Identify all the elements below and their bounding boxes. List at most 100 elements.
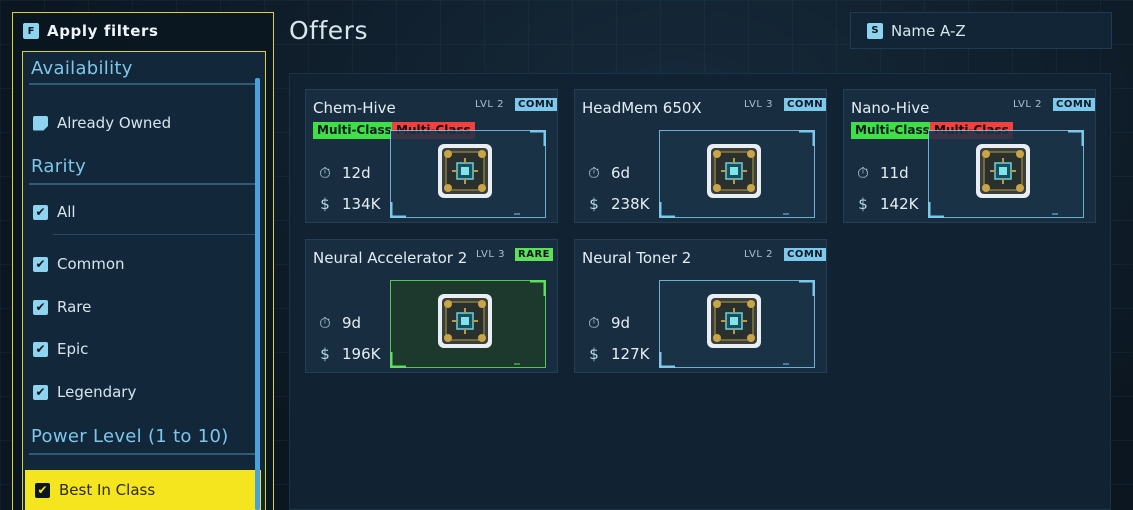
chip-icon <box>703 140 765 202</box>
filter-label: Best In Class <box>59 481 156 499</box>
filter-already-owned[interactable]: Already Owned <box>33 114 171 132</box>
price-value: 127K <box>611 345 650 363</box>
chip-icon <box>434 140 496 202</box>
dollar-icon: $ <box>320 345 330 363</box>
rarity-badge: COMN <box>784 98 827 111</box>
stopwatch-icon: ⏱ <box>319 164 331 182</box>
checkbox-checked-icon[interactable]: ✔ <box>33 384 48 400</box>
duration-stat: ⏱ 6d <box>585 164 630 182</box>
sort-dropdown[interactable]: S Name A-Z <box>850 12 1112 49</box>
chip-icon <box>972 140 1034 202</box>
price-value: 238K <box>611 195 650 213</box>
section-power-level: Power Level (1 to 10) <box>31 426 229 447</box>
sort-label: Name A-Z <box>891 21 966 40</box>
item-frame <box>928 130 1084 218</box>
item-name: Nano-Hive <box>851 99 930 117</box>
item-name: Neural Toner 2 <box>582 249 692 267</box>
duration-value: 6d <box>611 164 631 182</box>
item-frame <box>659 280 815 368</box>
rarity-badge: COMN <box>515 98 558 111</box>
filter-rarity-legendary[interactable]: ✔ Legendary <box>33 383 136 401</box>
filter-rarity-all[interactable]: ✔ All <box>33 203 76 221</box>
item-name: HeadMem 650X <box>582 99 702 117</box>
level-label: LVL 2 <box>475 99 504 110</box>
chip-icon <box>703 290 765 352</box>
filter-label: Rare <box>57 298 92 316</box>
duration-value: 9d <box>342 314 362 332</box>
checkbox-checked-icon[interactable]: ✔ <box>33 299 48 315</box>
item-frame <box>390 280 546 368</box>
checkbox-checked-icon[interactable]: ✔ <box>35 482 50 498</box>
offer-card[interactable]: HeadMem 650X LVL 3 COMN ⏱ 6d $238K <box>574 89 827 223</box>
rarity-badge: RARE <box>515 248 553 261</box>
filter-rarity-common[interactable]: ✔ Common <box>33 255 125 273</box>
rarity-badge: COMN <box>784 248 827 261</box>
price-value: 142K <box>880 195 919 213</box>
class-tag: Multi-Class <box>851 122 934 139</box>
filter-list: Availability Already Owned Rarity ✔ All … <box>22 51 266 510</box>
offer-card[interactable]: Neural Toner 2 LVL 2 COMN ⏱ 9d $127K <box>574 239 827 373</box>
filter-label: Legendary <box>57 383 137 401</box>
filter-sidebar: F Apply filters Availability Already Own… <box>12 12 274 510</box>
dollar-icon: $ <box>858 195 868 213</box>
filter-best-in-class[interactable]: ✔ Best In Class <box>25 470 261 510</box>
filter-label: Epic <box>57 340 89 358</box>
class-tag: Multi-Class <box>313 122 396 139</box>
item-frame <box>390 130 546 218</box>
section-divider <box>29 83 257 85</box>
offer-card[interactable]: Nano-HiveLVL 2COMNMulti-ClassMulti-Class… <box>843 89 1096 223</box>
stopwatch-icon: ⏱ <box>857 164 869 182</box>
duration-value: 12d <box>342 164 371 182</box>
price-value: 196K <box>342 345 381 363</box>
section-divider <box>29 453 257 455</box>
dollar-icon: $ <box>589 195 599 213</box>
duration-stat: ⏱ 9d <box>585 314 630 332</box>
chip-icon <box>434 290 496 352</box>
filter-label: Already Owned <box>57 114 172 132</box>
price-stat: $196K <box>316 345 380 363</box>
item-frame <box>659 130 815 218</box>
stopwatch-icon: ⏱ <box>588 314 600 332</box>
rarity-badge: COMN <box>1053 98 1096 111</box>
price-stat: $127K <box>585 345 649 363</box>
price-value: 134K <box>342 195 381 213</box>
level-label: LVL 3 <box>744 99 773 110</box>
level-label: LVL 2 <box>1013 99 1042 110</box>
checkbox-checked-icon[interactable]: ✔ <box>33 256 48 272</box>
dollar-icon: $ <box>589 345 599 363</box>
filter-label: All <box>57 203 76 221</box>
filter-label: Common <box>57 255 125 273</box>
owned-checkbox-icon[interactable] <box>33 115 48 131</box>
checkbox-checked-icon[interactable]: ✔ <box>33 204 48 220</box>
stopwatch-icon: ⏱ <box>588 164 600 182</box>
section-rarity: Rarity <box>31 156 87 177</box>
filter-rarity-rare[interactable]: ✔ Rare <box>33 298 91 316</box>
price-stat: $134K <box>316 195 380 213</box>
duration-stat: ⏱ 12d <box>316 164 371 182</box>
filter-divider <box>53 234 257 235</box>
duration-value: 9d <box>611 314 631 332</box>
checkbox-checked-icon[interactable]: ✔ <box>33 341 48 357</box>
filter-header[interactable]: F Apply filters <box>13 13 273 49</box>
item-name: Chem-Hive <box>313 99 396 117</box>
filter-key-badge: F <box>23 23 39 39</box>
sidebar-scrollbar[interactable] <box>255 78 260 510</box>
level-label: LVL 3 <box>476 249 505 260</box>
price-stat: $142K <box>854 195 918 213</box>
level-label: LVL 2 <box>744 249 773 260</box>
filter-rarity-epic[interactable]: ✔ Epic <box>33 340 88 358</box>
page-title: Offers <box>289 16 368 45</box>
filter-title: Apply filters <box>47 22 159 40</box>
stopwatch-icon: ⏱ <box>319 314 331 332</box>
offer-card[interactable]: Chem-HiveLVL 2COMNMulti-ClassMulti-Class… <box>305 89 558 223</box>
offer-card[interactable]: Neural Accelerator 2 LVL 3 RARE ⏱ 9d $196K <box>305 239 558 373</box>
section-divider <box>29 183 257 185</box>
price-stat: $238K <box>585 195 649 213</box>
sort-key-badge: S <box>867 22 883 39</box>
duration-stat: ⏱ 9d <box>316 314 361 332</box>
dollar-icon: $ <box>320 195 330 213</box>
section-availability: Availability <box>31 58 133 79</box>
duration-stat: ⏱ 11d <box>854 164 909 182</box>
duration-value: 11d <box>880 164 909 182</box>
item-name: Neural Accelerator 2 <box>313 249 468 267</box>
